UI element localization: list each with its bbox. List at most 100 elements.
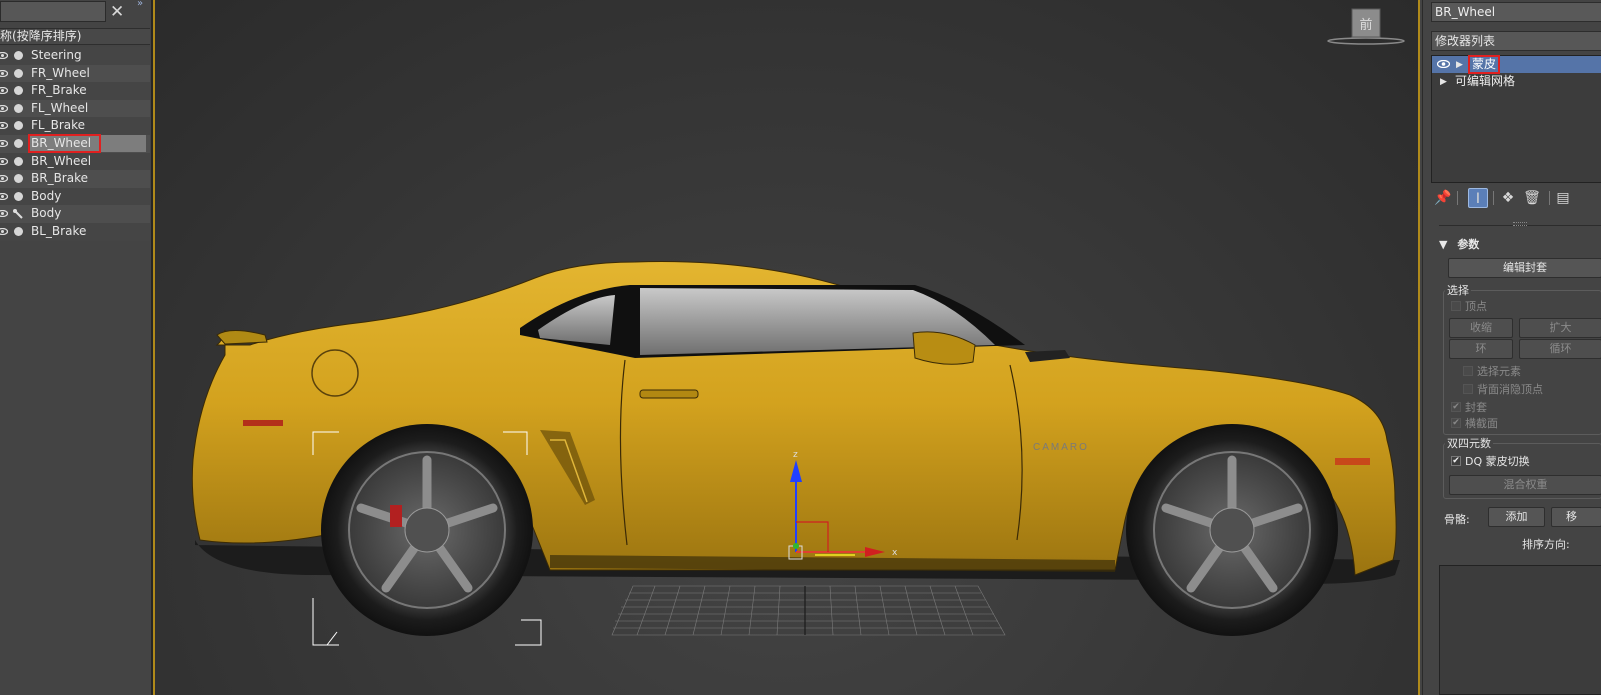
eye-icon[interactable]: [0, 104, 8, 112]
eye-icon[interactable]: [0, 192, 8, 200]
shrink-button[interactable]: 收缩: [1449, 318, 1513, 338]
modifier-list-dropdown[interactable]: 修改器列表: [1431, 31, 1601, 51]
edit-envelopes-button[interactable]: 编辑封套: [1448, 258, 1601, 278]
column-header-label: 称: [0, 29, 13, 43]
render-toggle-icon[interactable]: [14, 138, 23, 148]
eye-icon[interactable]: [1437, 60, 1450, 68]
z-axis-label: z: [793, 450, 798, 460]
render-toggle-icon[interactable]: [14, 174, 23, 184]
command-panel: BR_Wheel 修改器列表 ▶ 蒙皮 ▶ 可编辑网格 📌 I ❖ 🗑 ▤ ▼ …: [1422, 0, 1601, 695]
bones-label: 骨骼:: [1444, 513, 1470, 526]
vertices-label: 顶点: [1465, 300, 1487, 313]
name-column-header[interactable]: 称(按降序排序): [0, 28, 150, 45]
stack-item-editable-mesh[interactable]: ▶ 可编辑网格: [1432, 73, 1601, 90]
object-name-field[interactable]: BR_Wheel: [1431, 2, 1601, 22]
perspective-viewport[interactable]: 前 CAMARO z x: [153, 0, 1420, 695]
viewcube[interactable]: 前: [1327, 8, 1405, 45]
object-label: BR_Wheel: [28, 133, 101, 153]
eye-icon[interactable]: [0, 227, 8, 235]
object-label: Body: [31, 188, 62, 203]
render-toggle-icon[interactable]: [14, 86, 23, 96]
eye-icon[interactable]: [0, 87, 8, 95]
stack-item-skin[interactable]: ▶ 蒙皮: [1432, 55, 1601, 74]
object-label: FL_Brake: [31, 118, 86, 133]
render-toggle-icon[interactable]: [14, 226, 23, 236]
add-bone-button[interactable]: 添加: [1488, 507, 1545, 527]
object-label: Body: [31, 206, 62, 221]
eye-icon[interactable]: [0, 52, 8, 59]
eye-icon[interactable]: [0, 139, 8, 147]
list-item[interactable]: BR_Wheel: [0, 152, 150, 171]
list-item[interactable]: FL_Wheel: [0, 99, 150, 118]
toolbar-separator: [1493, 191, 1494, 205]
render-toggle-icon[interactable]: [14, 156, 23, 166]
column-header-sort: (按降序排序): [12, 29, 82, 43]
render-toggle-icon[interactable]: [14, 68, 23, 78]
search-input[interactable]: [0, 1, 106, 22]
render-toggle-icon[interactable]: [14, 103, 23, 113]
rear-wheel[interactable]: [321, 424, 533, 636]
sort-direction-label: 排序方向:: [1522, 538, 1570, 551]
render-toggle-icon[interactable]: [14, 51, 23, 60]
list-item[interactable]: FL_Brake: [0, 117, 150, 135]
blend-weights-button[interactable]: 混合权重: [1449, 475, 1601, 495]
stack-item-label: 可编辑网格: [1455, 74, 1516, 88]
make-unique-icon[interactable]: ❖: [1498, 188, 1518, 208]
backface-cull-checkbox[interactable]: [1463, 384, 1473, 394]
list-item[interactable]: Body: [0, 187, 150, 206]
camaro-badge: CAMARO: [1033, 442, 1089, 453]
remove-bone-button[interactable]: 移: [1551, 507, 1601, 527]
front-wheel[interactable]: [1126, 424, 1338, 636]
bones-list[interactable]: [1439, 565, 1601, 695]
cross-sections-label: 横截面: [1465, 417, 1498, 430]
close-icon[interactable]: ✕: [110, 2, 124, 22]
ground-grid: [611, 585, 1006, 636]
eye-icon[interactable]: [0, 69, 8, 77]
grow-button[interactable]: 扩大: [1519, 318, 1601, 338]
list-item[interactable]: BR_Brake: [0, 170, 150, 188]
list-item[interactable]: FR_Brake: [0, 82, 150, 100]
resize-handle[interactable]: [1513, 222, 1527, 226]
render-toggle-icon[interactable]: [14, 191, 23, 201]
backface-cull-label: 背面消隐顶点: [1477, 383, 1543, 396]
eye-icon[interactable]: [0, 157, 8, 165]
configure-sets-icon[interactable]: ▤: [1553, 188, 1573, 208]
show-end-result-icon[interactable]: I: [1468, 188, 1488, 208]
select-element-label: 选择元素: [1477, 365, 1521, 378]
ring-button[interactable]: 环: [1449, 339, 1513, 359]
select-group-title: 选择: [1445, 282, 1471, 298]
viewport-canvas: 前 CAMARO z x: [191, 8, 1405, 646]
object-label: BR_Brake: [31, 171, 88, 186]
pin-stack-icon[interactable]: 📌: [1433, 188, 1453, 208]
loop-button[interactable]: 循环: [1519, 339, 1601, 359]
expand-triangle-icon[interactable]: ▶: [1456, 57, 1463, 74]
remove-modifier-icon[interactable]: 🗑: [1522, 188, 1542, 208]
list-item[interactable]: FR_Wheel: [0, 64, 150, 83]
vertices-checkbox[interactable]: [1451, 301, 1461, 311]
envelopes-checkbox[interactable]: ✔: [1451, 402, 1461, 412]
object-label: FR_Wheel: [31, 65, 90, 80]
eye-icon[interactable]: [0, 122, 8, 130]
modifier-stack: ▶ 蒙皮 ▶ 可编辑网格: [1431, 55, 1601, 183]
scene-object-list: Steering FR_Wheel FR_Brake FL_Wheel FL_B…: [0, 47, 150, 241]
list-item-selected[interactable]: BR_Wheel: [0, 133, 150, 153]
render-toggle-icon[interactable]: [14, 121, 23, 131]
object-label: FL_Wheel: [31, 100, 89, 115]
dq-skin-toggle-label: DQ 蒙皮切换: [1465, 455, 1530, 468]
list-item[interactable]: Steering: [0, 47, 150, 65]
cross-sections-checkbox[interactable]: ✔: [1451, 418, 1461, 428]
select-element-checkbox[interactable]: [1463, 366, 1473, 376]
expand-triangle-icon[interactable]: ▶: [1440, 74, 1447, 91]
expand-panel-icon[interactable]: »: [137, 0, 143, 9]
eye-icon[interactable]: [0, 175, 8, 183]
stack-toolbar: 📌 I ❖ 🗑 ▤: [1431, 188, 1601, 210]
bone-icon[interactable]: [12, 208, 24, 220]
parameters-rollout-header[interactable]: ▼ 参数: [1439, 236, 1601, 251]
list-item[interactable]: Body: [0, 205, 150, 223]
dq-skin-toggle-checkbox[interactable]: ✔: [1451, 456, 1461, 466]
eye-icon[interactable]: [0, 210, 8, 218]
list-item[interactable]: BL_Brake: [0, 222, 150, 241]
scene-explorer: ✕ » 称(按降序排序) Steering FR_Wheel FR_Brake …: [0, 0, 153, 695]
viewcube-face-label: 前: [1359, 17, 1372, 33]
rollout-collapse-icon: ▼: [1439, 238, 1448, 251]
